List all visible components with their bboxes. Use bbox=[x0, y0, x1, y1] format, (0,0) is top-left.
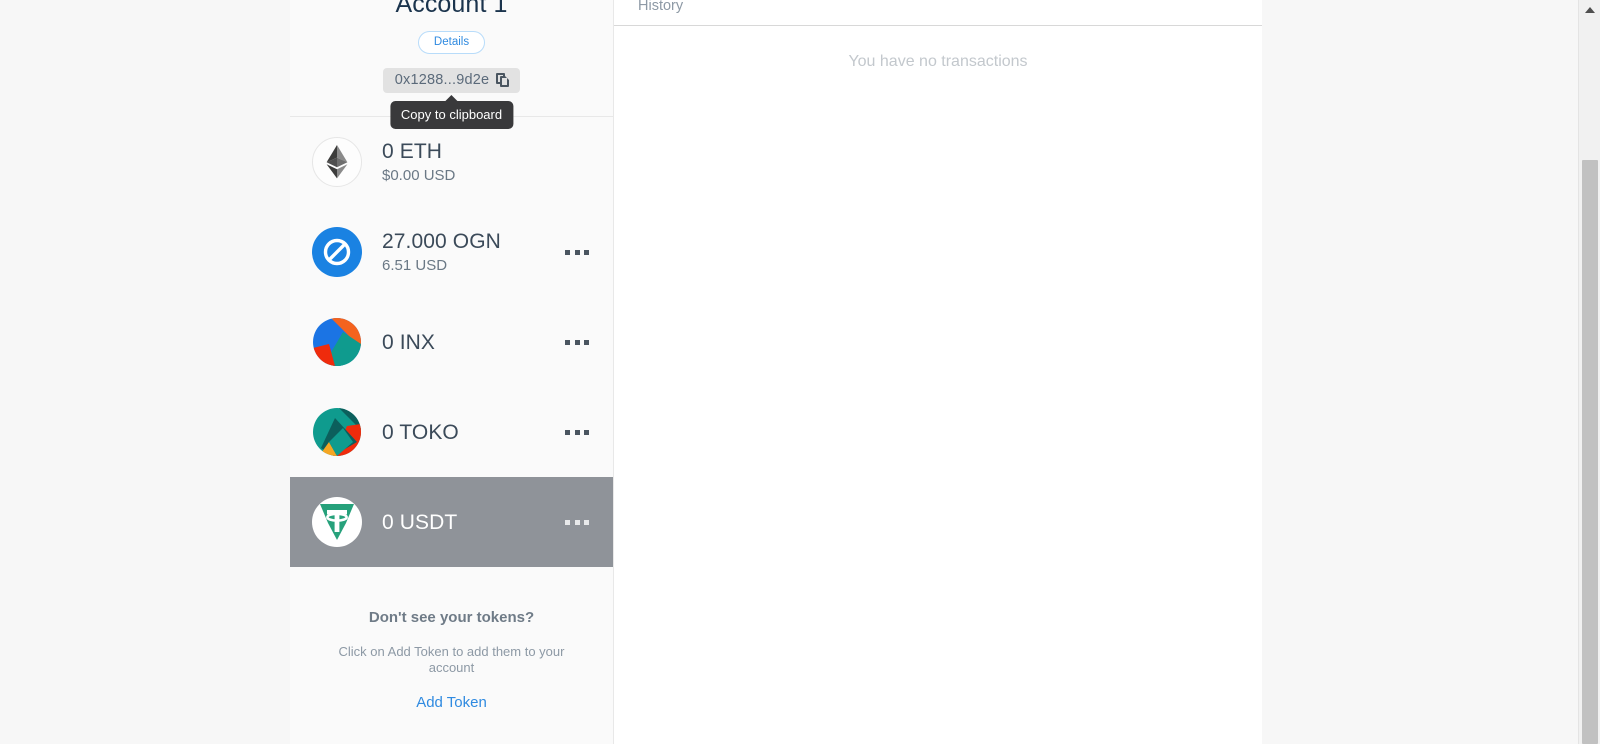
account-address-row: 0x1288...9d2e bbox=[290, 68, 613, 93]
scroll-up-arrow-icon[interactable] bbox=[1584, 7, 1595, 13]
token-options-menu-button[interactable] bbox=[565, 429, 589, 435]
inx-identicon bbox=[312, 317, 362, 367]
token-list: 0 ETH $0.00 USD 27.000 OGN 6.51 USD 0 IN… bbox=[290, 117, 613, 567]
copy-icon bbox=[496, 72, 510, 88]
add-token-title: Don't see your tokens? bbox=[368, 609, 535, 626]
account-address-text: 0x1288...9d2e bbox=[394, 72, 490, 88]
token-fiat-value: 6.51 USD bbox=[382, 256, 448, 274]
origin-protocol-icon bbox=[312, 227, 362, 277]
token-row[interactable]: 0 TOKO bbox=[290, 387, 613, 477]
copy-address-button[interactable]: 0x1288...9d2e bbox=[382, 68, 521, 93]
token-amount: 27.000 OGN bbox=[382, 229, 501, 253]
tab-bar: History bbox=[614, 0, 1262, 26]
token-text: 27.000 OGN 6.51 USD bbox=[382, 229, 565, 276]
token-fiat-value: $0.00 USD bbox=[382, 166, 456, 184]
account-name: Account 1 bbox=[395, 0, 508, 18]
token-row[interactable]: 27.000 OGN 6.51 USD bbox=[290, 207, 613, 297]
token-options-menu-button[interactable] bbox=[565, 249, 589, 255]
account-details-button[interactable]: Details bbox=[417, 31, 486, 54]
token-options-menu-button[interactable] bbox=[565, 339, 589, 345]
page-background-left bbox=[0, 0, 290, 744]
empty-transactions-message: You have no transactions bbox=[848, 53, 1028, 70]
ethereum-icon bbox=[312, 137, 362, 187]
tether-icon bbox=[312, 497, 362, 547]
tab-history[interactable]: History bbox=[638, 0, 683, 14]
copy-to-clipboard-tooltip: Copy to clipboard bbox=[389, 101, 514, 129]
token-amount: 0 ETH bbox=[382, 139, 443, 163]
browser-scrollbar[interactable] bbox=[1578, 0, 1600, 744]
token-text: 0 INX bbox=[382, 330, 565, 355]
token-amount: 0 USDT bbox=[382, 510, 458, 534]
token-row[interactable]: 0 ETH $0.00 USD bbox=[290, 117, 613, 207]
token-amount: 0 TOKO bbox=[382, 420, 459, 444]
page-background-right bbox=[1262, 0, 1578, 744]
add-token-description: Click on Add Token to add them to your a… bbox=[338, 644, 565, 675]
token-row[interactable]: 0 INX bbox=[290, 297, 613, 387]
token-text: 0 TOKO bbox=[382, 420, 565, 445]
wallet-sidebar: Account 1 Details 0x1288...9d2e Copy to … bbox=[290, 0, 614, 744]
toko-identicon bbox=[312, 407, 362, 457]
scrollbar-thumb[interactable] bbox=[1582, 160, 1598, 744]
token-options-menu-button[interactable] bbox=[565, 519, 589, 525]
token-text: 0 ETH $0.00 USD bbox=[382, 139, 591, 186]
token-text: 0 USDT bbox=[382, 510, 565, 535]
token-amount: 0 INX bbox=[382, 330, 436, 354]
add-token-footer: Don't see your tokens? Click on Add Toke… bbox=[290, 567, 613, 712]
transaction-content-panel: History You have no transactions bbox=[614, 0, 1262, 744]
add-token-link[interactable]: Add Token bbox=[416, 694, 487, 712]
token-row[interactable]: 0 USDT bbox=[290, 477, 613, 567]
account-header: Account 1 Details 0x1288...9d2e Copy to … bbox=[290, 0, 613, 129]
